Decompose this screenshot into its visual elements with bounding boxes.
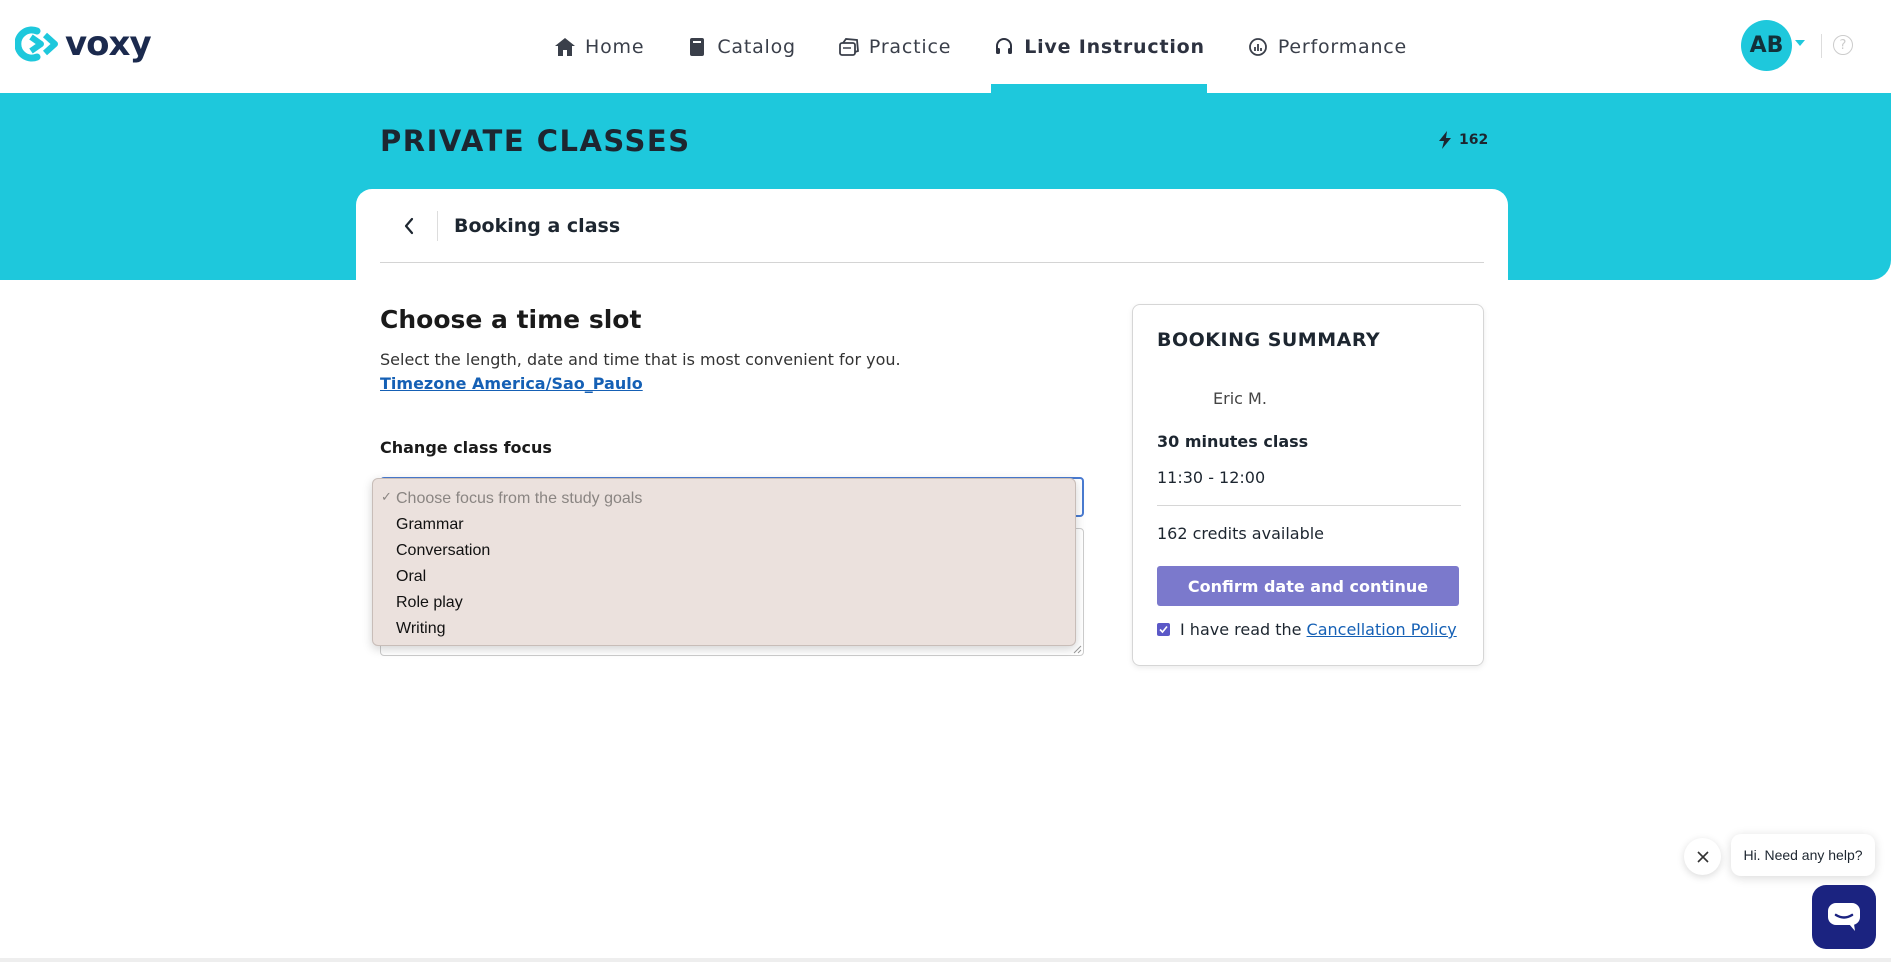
booking-summary: BOOKING SUMMARY Eric M. 30 minutes class…: [1132, 304, 1484, 666]
chat-close-button[interactable]: [1684, 838, 1721, 875]
nav-live-instruction-label: Live Instruction: [1024, 35, 1205, 58]
top-navbar: voxy Home Catalog Practice Live Instruct…: [0, 0, 1891, 93]
headset-icon: [993, 36, 1015, 58]
resize-grip-icon[interactable]: [1072, 644, 1082, 654]
policy-agreement: I have read the Cancellation Policy: [1157, 620, 1457, 639]
section-description: Select the length, date and time that is…: [380, 350, 901, 369]
nav-live-instruction[interactable]: Live Instruction: [991, 0, 1207, 93]
voxy-logo-icon: [15, 26, 58, 62]
focus-option-label: Role play: [396, 594, 463, 611]
focus-dropdown-menu: ✓ Choose focus from the study goals Gram…: [372, 478, 1076, 646]
focus-option-conversation[interactable]: Conversation: [373, 538, 1075, 564]
chevron-left-icon: [404, 217, 413, 234]
focus-option-role-play[interactable]: Role play: [373, 590, 1075, 616]
chart-icon: [1247, 36, 1269, 58]
practice-icon: [838, 36, 860, 58]
summary-divider: [1157, 505, 1461, 506]
card-header: Booking a class: [380, 189, 1484, 263]
avatar-caret-icon[interactable]: [1795, 40, 1805, 46]
teacher-name: Eric M.: [1213, 389, 1267, 408]
focus-option-placeholder[interactable]: ✓ Choose focus from the study goals: [373, 486, 1075, 512]
book-icon: [686, 36, 708, 58]
avatar[interactable]: AB: [1741, 20, 1792, 71]
nav-catalog[interactable]: Catalog: [684, 0, 798, 93]
bottom-border: [0, 958, 1891, 962]
nav-practice[interactable]: Practice: [836, 0, 953, 93]
lightning-icon: [1439, 131, 1451, 149]
focus-option-label: Choose focus from the study goals: [396, 490, 643, 507]
focus-option-label: Grammar: [396, 516, 464, 533]
policy-checkbox[interactable]: [1157, 623, 1170, 636]
policy-text: I have read the: [1180, 620, 1302, 639]
credits-count: 162: [1459, 132, 1489, 148]
nav-performance-label: Performance: [1277, 35, 1408, 58]
nav-catalog-label: Catalog: [717, 35, 796, 58]
confirm-button[interactable]: Confirm date and continue: [1157, 566, 1459, 606]
help-icon[interactable]: ?: [1833, 35, 1853, 55]
focus-option-label: Oral: [396, 568, 427, 585]
credits-available: 162 credits available: [1157, 524, 1325, 543]
check-icon: ✓: [381, 489, 392, 504]
cancellation-policy-link[interactable]: Cancellation Policy: [1307, 620, 1457, 639]
nav-home[interactable]: Home: [552, 0, 646, 93]
credits-badge: 162: [1438, 131, 1488, 149]
card-title: Booking a class: [454, 214, 621, 237]
focus-option-grammar[interactable]: Grammar: [373, 512, 1075, 538]
avatar-initials: AB: [1749, 33, 1784, 58]
focus-option-label: Writing: [396, 620, 446, 637]
chat-greeting-bubble[interactable]: Hi. Need any help?: [1731, 834, 1875, 876]
timezone-link[interactable]: Timezone America/Sao_Paulo: [380, 374, 643, 393]
page-title: PRIVATE CLASSES: [380, 124, 691, 158]
class-time: 11:30 - 12:00: [1157, 468, 1266, 487]
header-divider: [1821, 34, 1822, 58]
focus-option-writing[interactable]: Writing: [373, 616, 1075, 642]
focus-option-oral[interactable]: Oral: [373, 564, 1075, 590]
class-length: 30 minutes class: [1157, 432, 1309, 451]
nav-practice-label: Practice: [868, 35, 952, 58]
chat-icon: [1828, 903, 1860, 931]
nav-performance[interactable]: Performance: [1245, 0, 1409, 93]
logo-text: voxy: [65, 24, 152, 64]
chat-launcher-button[interactable]: [1812, 885, 1876, 949]
section-title: Choose a time slot: [380, 305, 642, 334]
focus-option-label: Conversation: [396, 542, 491, 559]
summary-title: BOOKING SUMMARY: [1157, 329, 1381, 351]
close-icon: [1696, 850, 1709, 863]
voxy-logo[interactable]: voxy: [15, 24, 152, 64]
main-nav: Home Catalog Practice Live Instruction P…: [552, 0, 1447, 93]
checkmark-icon: [1159, 625, 1168, 634]
back-button[interactable]: [380, 210, 438, 241]
focus-label: Change class focus: [380, 438, 552, 457]
nav-home-label: Home: [585, 35, 645, 58]
home-icon: [554, 36, 576, 58]
